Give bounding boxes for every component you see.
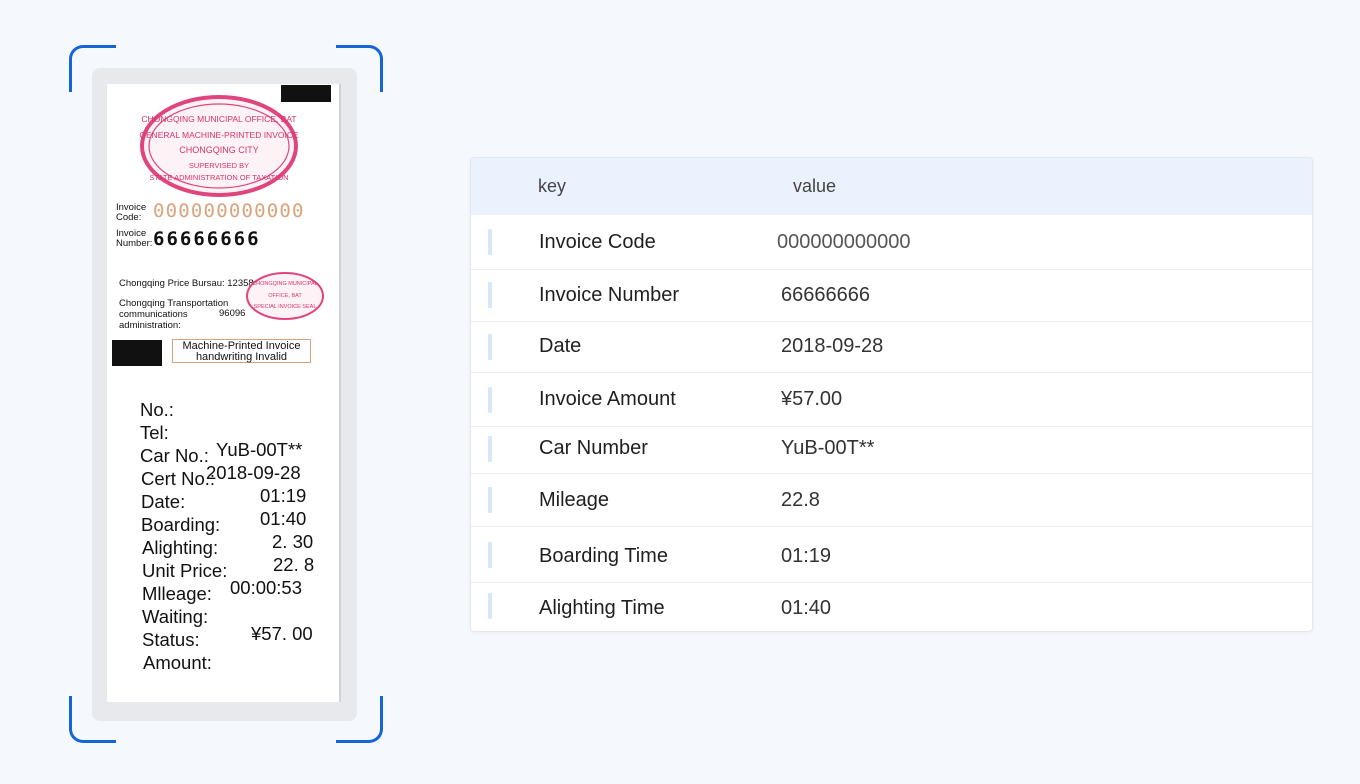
row-key: Alighting Time xyxy=(539,597,665,619)
row-indicator xyxy=(488,487,492,513)
seal-line-1: CHONGQING MUNICIPAL OFFICE, BAT xyxy=(141,114,296,124)
row-indicator xyxy=(488,229,492,255)
row-key: Invoice Number xyxy=(539,284,680,306)
row-indicator xyxy=(488,542,492,568)
receipt-label-date: Date: xyxy=(141,491,186,512)
receipt-label-no: No.: xyxy=(140,399,174,420)
small-seal-line-2: OFFICE, BAT xyxy=(268,293,302,299)
invoice-seal-stamp: CHONGQING MUNICIPAL OFFICE, BAT SPECIAL … xyxy=(246,272,324,320)
header-value: value xyxy=(793,176,837,196)
receipt-label-unit-price: Unit Price: xyxy=(142,560,228,581)
row-value: 01:40 xyxy=(781,597,832,619)
row-key: Invoice Code xyxy=(539,231,656,253)
receipt-value-alighting: 01:40 xyxy=(260,508,307,529)
receipt-label-tel: Tel: xyxy=(140,422,169,443)
receipt-label-amount: Amount: xyxy=(143,652,212,673)
row-value: 01:19 xyxy=(781,545,832,567)
table-row: Date 2018-09-28 xyxy=(471,322,1312,373)
invoice-code-digits: 000000000000 xyxy=(153,200,305,222)
row-value: YuB-00T** xyxy=(781,437,875,459)
ocr-result-screen: CHONGQING MUNICIPAL OFFICE, BAT GENERAL … xyxy=(0,0,1360,784)
row-indicator xyxy=(488,334,492,360)
table-row: Invoice Number 66666666 xyxy=(471,270,1312,322)
receipt-value-amount: ¥57. 00 xyxy=(251,623,313,644)
table-header: key value xyxy=(471,158,1312,215)
table-row: Invoice Amount ¥57.00 xyxy=(471,373,1312,427)
receipt-label-waiting: Waiting: xyxy=(142,606,209,627)
invoice-code-label: Invoice Code: xyxy=(116,202,147,223)
row-indicator xyxy=(488,593,492,619)
receipt-label-car-no: Car No.: xyxy=(140,445,209,466)
row-indicator xyxy=(488,282,492,308)
invoice-number-digits: 66666666 xyxy=(153,228,261,250)
receipt-label-cert-no: Cert No.: xyxy=(141,468,216,489)
receipt-label-mileage: Mlleage: xyxy=(142,583,212,604)
row-value: 66666666 xyxy=(781,284,870,306)
row-value: 000000000000 xyxy=(777,231,911,253)
transport-number: 96096 xyxy=(219,308,246,319)
table-row: Boarding Time 01:19 xyxy=(471,527,1312,583)
receipt-label-boarding: Boarding: xyxy=(141,514,221,535)
row-value: 2018-09-28 xyxy=(781,335,884,357)
row-indicator xyxy=(488,436,492,462)
small-seal-line-3: SPECIAL INVOICE SEAL xyxy=(254,304,317,310)
row-indicator xyxy=(488,387,492,413)
price-bureau-text: Chongqing Price Bursau: 12358 xyxy=(119,278,254,289)
receipt-value-date: 2018-09-28 xyxy=(206,462,301,483)
table-row: Alighting Time 01:40 xyxy=(471,583,1312,631)
table-row: Mileage 22.8 xyxy=(471,474,1312,527)
official-seal-stamp: CHONGQING MUNICIPAL OFFICE, BAT GENERAL … xyxy=(139,95,299,197)
seal-line-2: GENERAL MACHINE-PRINTED INVOICE xyxy=(139,130,299,140)
invoice-number-label: Invoice Number: xyxy=(116,228,153,249)
seal-line-5: STATE ADMINISTRATION OF TAXATION xyxy=(149,173,288,182)
transport-line-3: administration: xyxy=(119,320,181,331)
receipt-value-mileage: 22. 8 xyxy=(273,554,315,575)
receipt-label-alighting: Alighting: xyxy=(142,537,219,558)
row-key: Date xyxy=(539,335,582,357)
extraction-result-table: key value Invoice Code 000000000000 Invo… xyxy=(470,157,1313,632)
row-value: ¥57.00 xyxy=(781,388,843,410)
row-key: Invoice Amount xyxy=(539,388,676,410)
seal-line-3: CHONGQING CITY xyxy=(179,145,259,155)
table-row: Invoice Code 000000000000 xyxy=(471,215,1312,270)
row-key: Car Number xyxy=(539,437,648,459)
receipt-value-car-no: YuB-00T** xyxy=(216,439,303,460)
transport-line-1: Chongqing Transportation xyxy=(119,298,229,309)
header-key: key xyxy=(538,176,567,196)
receipt-value-unit-price: 2. 30 xyxy=(272,531,314,552)
receipt-value-boarding: 01:19 xyxy=(260,485,307,506)
table-row: Car Number YuB-00T** xyxy=(471,427,1312,474)
receipt-label-status: Status: xyxy=(142,629,200,650)
row-key: Mileage xyxy=(539,489,610,511)
row-key: Boarding Time xyxy=(539,545,668,567)
seal-line-4: SUPERVISED BY xyxy=(189,161,249,170)
small-seal-line-1: CHONGQING MUNICIPAL xyxy=(252,281,318,287)
redaction-block xyxy=(112,340,162,366)
row-value: 22.8 xyxy=(781,489,820,511)
receipt-value-waiting: 00:00:53 xyxy=(230,577,303,598)
transport-line-2: communications xyxy=(119,309,188,320)
handwriting-invalid-notice: Machine-Printed Invoice handwriting Inva… xyxy=(172,339,311,363)
notice-line-2: handwriting Invalid xyxy=(195,351,288,363)
